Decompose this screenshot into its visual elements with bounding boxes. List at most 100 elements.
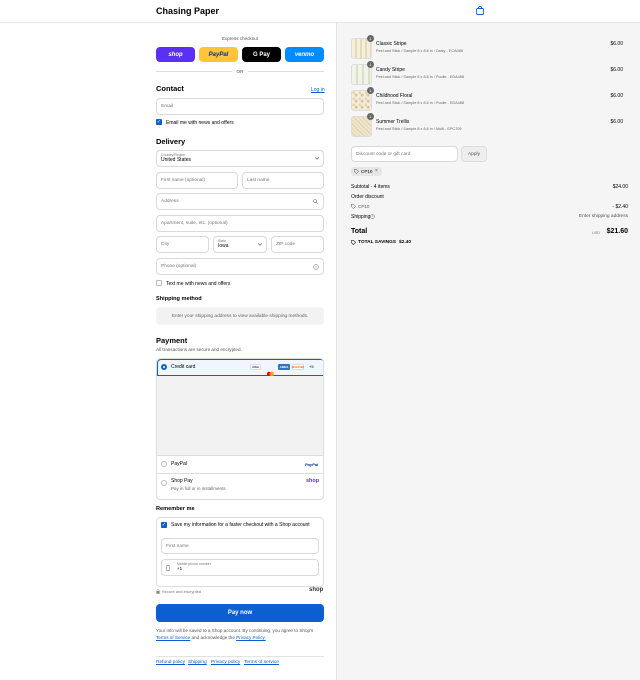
subtotal-label: Subtotal · 4 items — [351, 184, 390, 190]
search-icon — [313, 199, 318, 204]
remember-first-name-field[interactable]: First name — [161, 538, 319, 554]
apply-button[interactable]: Apply — [461, 146, 487, 162]
secure-label: Secure and encrypted — [162, 589, 202, 594]
city-field[interactable]: City — [156, 236, 209, 253]
contact-heading: Contact — [156, 84, 184, 93]
discover-icon: DISCOVER — [291, 364, 305, 370]
item-name: Candy Stripe — [376, 67, 405, 73]
phone-field[interactable]: Phone (optional) — [156, 258, 324, 275]
login-link[interactable]: Log in — [311, 87, 325, 93]
chevron-down-icon — [258, 243, 262, 246]
email-news-label: Email me with news and offers — [166, 120, 234, 126]
discount-code-label: CP10 — [358, 204, 370, 209]
refund-policy-link[interactable]: Refund policy — [156, 660, 185, 665]
amex-icon: AMEX — [278, 364, 290, 370]
mastercard-icon — [265, 364, 276, 377]
first-name-field[interactable]: First name (optional) — [156, 172, 238, 189]
text-news-checkbox[interactable] — [156, 280, 162, 286]
help-icon[interactable]: ? — [313, 264, 319, 270]
item-price: $6.00 — [610, 67, 623, 73]
total-label: Total — [351, 228, 368, 235]
tag-icon — [351, 240, 356, 245]
payment-heading: Payment — [156, 336, 188, 345]
card-details-panel — [157, 376, 323, 456]
item-name: Classic Stripe — [376, 41, 407, 47]
legal-line: Your info will be saved to a Shop accoun… — [156, 628, 314, 633]
country-select[interactable]: Country/Region United States — [156, 150, 324, 167]
more-cards-label: +5 — [309, 364, 314, 369]
email-news-checkbox[interactable]: ✓ — [156, 119, 162, 125]
shipping-summary-value: Enter shipping address — [578, 214, 628, 219]
country-value: United States — [161, 157, 192, 163]
or-label: OR — [236, 69, 244, 74]
terms-link[interactable]: Terms of Service — [156, 635, 190, 640]
payment-methods: Credit card VISA AMEX DISCOVER +5 PayPal… — [156, 358, 324, 500]
apartment-field[interactable]: Apartment, suite, etc. (optional) — [156, 215, 324, 232]
save-info-checkbox[interactable]: ✓ — [161, 522, 167, 528]
item-price: $6.00 — [610, 41, 623, 47]
state-select[interactable]: State Iowa — [213, 236, 267, 253]
legal-text: Your info will be saved to a Shop accoun… — [156, 627, 324, 641]
checkout-form: Express checkout shop PayPal G Pay venmo… — [0, 23, 336, 680]
shop-footer-logo: shop — [309, 587, 324, 593]
item-name: Childhood Floral — [376, 93, 413, 99]
shop-pay-sub: Pay in full or in installments — [171, 486, 226, 491]
shop-pay-option-label[interactable]: Shop Pay — [171, 478, 193, 484]
address-field[interactable]: Address — [156, 193, 324, 210]
shopping-bag-icon[interactable] — [476, 6, 484, 15]
privacy-policy-link[interactable]: Privacy policy — [211, 660, 240, 665]
order-discount-label: Order discount — [351, 194, 384, 200]
text-news-label: Text me with news and offers — [166, 281, 231, 287]
discount-tag-label: CP10 — [361, 169, 373, 174]
shop-pay-button[interactable]: shop — [156, 47, 195, 62]
google-pay-button[interactable]: G Pay — [242, 47, 281, 62]
item-desc: Peel and Stick / Sample 8 x 8.6 in / Poo… — [376, 101, 465, 105]
total-savings-label: TOTAL SAVINGS — [358, 240, 397, 245]
venmo-button[interactable]: venmo — [285, 47, 324, 62]
item-desc: Peel and Stick / Sample 8 x 8.6 in / Dai… — [376, 49, 463, 53]
svg-text:?: ? — [315, 265, 317, 269]
quantity-badge: 1 — [367, 61, 374, 68]
item-price: $6.00 — [610, 119, 623, 125]
quantity-badge: 1 — [367, 113, 374, 120]
divider-left — [156, 71, 232, 72]
email-field[interactable]: Email — [156, 98, 324, 115]
subtotal-value: $24.00 — [612, 184, 628, 190]
total-value: $21.60 — [606, 228, 628, 235]
visa-icon: VISA — [250, 364, 261, 370]
footer-divider — [156, 656, 324, 657]
cart-item: 1 Summer Trellis Peel and Stick / Sample… — [351, 113, 629, 138]
shop-pay-radio[interactable] — [161, 480, 167, 486]
svg-text:?: ? — [372, 215, 374, 219]
privacy-link[interactable]: Privacy Policy. — [236, 635, 266, 640]
quantity-badge: 1 — [367, 87, 374, 94]
mobile-phone-field[interactable]: Mobile phone number +1 — [161, 559, 319, 576]
cart-item: 1 Classic Stripe Peel and Stick / Sample… — [351, 35, 629, 60]
shop-logo: shop — [306, 478, 320, 484]
chevron-down-icon — [315, 157, 319, 160]
brand-logo[interactable]: Chasing Paper — [156, 6, 219, 16]
paypal-option-label[interactable]: PayPal — [171, 461, 187, 467]
phone-icon — [166, 565, 170, 571]
help-icon[interactable]: ? — [370, 214, 375, 219]
credit-card-radio[interactable] — [161, 364, 167, 370]
shipping-summary-label: Shipping — [351, 214, 371, 220]
currency-label: USD — [592, 231, 601, 235]
terms-of-service-link[interactable]: Terms of service — [244, 660, 279, 665]
lock-icon — [156, 589, 160, 594]
shipping-method-heading: Shipping method — [156, 296, 202, 302]
last-name-field[interactable]: Last name — [242, 172, 324, 189]
zip-field[interactable]: ZIP code — [271, 236, 324, 253]
phone-prefix: +1 — [177, 566, 183, 571]
legal-and: and acknowledge the — [191, 635, 235, 640]
shipping-policy-link[interactable]: Shipping — [188, 660, 207, 665]
payment-subtitle: All transactions are secure and encrypte… — [156, 347, 242, 352]
tag-icon — [351, 204, 356, 209]
discount-code-field[interactable]: Discount code or gift card — [351, 146, 458, 162]
paypal-radio[interactable] — [161, 461, 167, 467]
quantity-badge: 1 — [367, 35, 374, 42]
paypal-button[interactable]: PayPal — [199, 47, 238, 62]
remember-me-box: ✓ Save my information for a faster check… — [156, 517, 324, 587]
pay-now-button[interactable]: Pay now — [156, 604, 324, 622]
remove-discount-icon[interactable]: × — [375, 168, 378, 174]
